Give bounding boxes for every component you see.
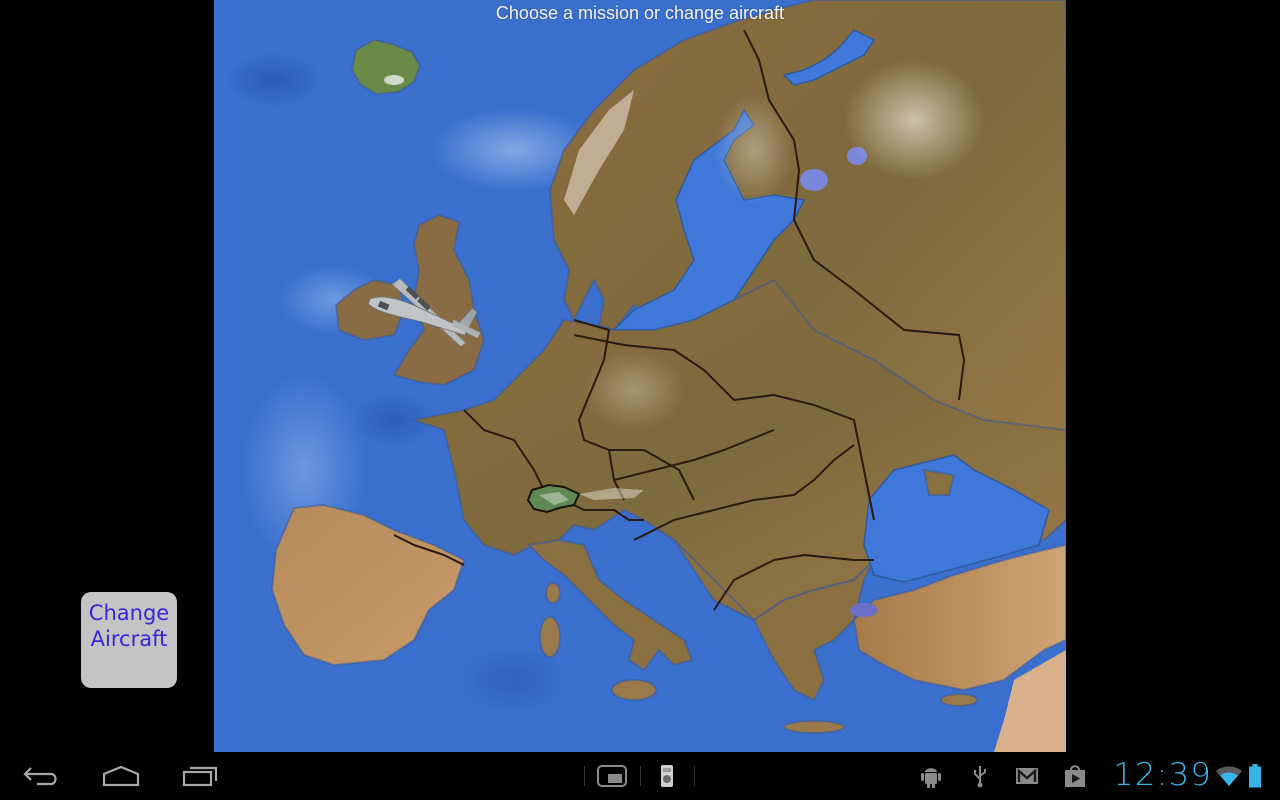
- battery-icon: [1249, 764, 1261, 788]
- divider: [694, 766, 695, 786]
- device-info-icon: [661, 765, 673, 787]
- change-aircraft-label-line2: Aircraft: [90, 627, 168, 651]
- cyprus: [940, 693, 978, 707]
- wifi-status[interactable]: [1215, 762, 1243, 790]
- recent-apps-icon: [182, 766, 218, 787]
- sicily: [611, 679, 657, 701]
- usb-status[interactable]: [970, 762, 990, 790]
- divider: [640, 766, 641, 786]
- divider: [584, 766, 585, 786]
- iceland: [350, 38, 422, 96]
- sea-of-marmara: [850, 603, 878, 617]
- status-clock[interactable]: 12:39: [1113, 757, 1212, 793]
- corsica: [545, 582, 561, 604]
- home-button[interactable]: [94, 752, 148, 800]
- usb-icon: [974, 766, 986, 788]
- screenshot-notification[interactable]: [595, 762, 629, 790]
- play-store-icon: [1065, 765, 1085, 787]
- wifi-icon: [1216, 766, 1242, 786]
- battery-status[interactable]: [1247, 762, 1263, 790]
- lake-ladoga: [800, 169, 828, 191]
- aircraft-c130[interactable]: [358, 270, 488, 360]
- change-aircraft-button[interactable]: Change Aircraft: [81, 592, 177, 688]
- screenshot-icon: [597, 765, 627, 787]
- change-aircraft-label-line1: Change: [88, 601, 170, 625]
- debug-status[interactable]: [918, 762, 944, 790]
- play-store-notification[interactable]: [1062, 762, 1088, 790]
- sardinia: [539, 616, 561, 658]
- crete: [783, 720, 845, 734]
- gmail-icon: [1016, 768, 1038, 784]
- map-instruction-title: Choose a mission or change aircraft: [495, 3, 785, 23]
- iberia: [270, 503, 466, 667]
- map-graphic: [270, 0, 1066, 752]
- gmail-notification[interactable]: [1014, 762, 1040, 790]
- android-debug-icon: [921, 768, 941, 788]
- home-icon: [102, 765, 140, 787]
- back-icon: [23, 767, 57, 786]
- back-button[interactable]: [14, 752, 68, 800]
- recent-apps-button[interactable]: [174, 752, 228, 800]
- europe-mission-map[interactable]: Choose a mission or change aircraft: [214, 0, 1066, 752]
- device-notification[interactable]: [657, 762, 677, 790]
